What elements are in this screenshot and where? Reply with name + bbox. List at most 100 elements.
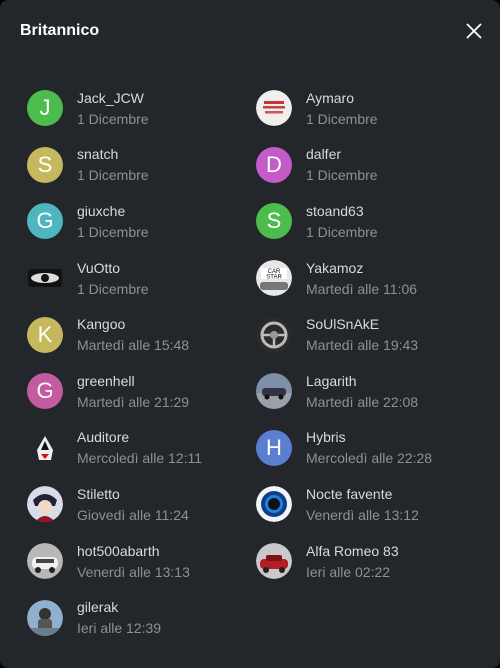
avatar[interactable]: H <box>256 429 292 466</box>
user-list-item[interactable]: Ddalfer 1 Dicembre <box>256 137 485 194</box>
user-list-item[interactable]: H Hybris Mercoledì alle 22:28 <box>256 420 485 477</box>
user-meta: Lagarith Martedì alle 22:08 <box>306 372 418 411</box>
user-meta: stoand63 1 Dicembre <box>306 202 378 241</box>
reaction-time: Martedì alle 22:08 <box>306 393 419 410</box>
user-name[interactable]: hot500abarth <box>77 542 190 560</box>
eye-avatar-icon[interactable] <box>27 260 63 297</box>
user-list-item[interactable]: Lagarith Martedì alle 22:08 <box>256 363 485 420</box>
user-name[interactable]: giuxche <box>77 202 149 220</box>
user-list-item[interactable]: Sstoand63 1 Dicembre <box>256 193 485 250</box>
reaction-time: Venerdì alle 13:12 <box>306 506 419 523</box>
user-meta: Aymaro 1 Dicembre <box>306 89 378 128</box>
text-logo-avatar-icon[interactable] <box>256 90 292 127</box>
avatar[interactable]: D <box>256 146 292 183</box>
user-name[interactable]: SoUlSnAkE <box>306 315 418 333</box>
svg-text:STAR: STAR <box>266 275 282 281</box>
reaction-time: Martedì alle 11:06 <box>306 280 418 297</box>
user-meta: VuOtto 1 Dicembre <box>77 259 149 298</box>
reaction-time: Ieri alle 12:39 <box>77 620 162 637</box>
avatar[interactable]: G <box>27 203 63 240</box>
reaction-time: 1 Dicembre <box>77 223 149 240</box>
reaction-time: Giovedì alle 11:24 <box>77 506 189 523</box>
user-list-item[interactable]: Ggiuxche 1 Dicembre <box>27 193 256 250</box>
reaction-time: Martedì alle 19:43 <box>306 337 419 354</box>
user-list-item[interactable]: Stiletto Giovedì alle 11:24 <box>27 476 256 533</box>
user-name[interactable]: greenhell <box>77 372 189 390</box>
rider-avatar-icon[interactable] <box>27 599 63 636</box>
user-list: J Jack_JCW 1 Dicembre Aymaro 1 Dicembre Ssnat… <box>27 80 487 646</box>
red-car-avatar-icon[interactable] <box>256 543 292 580</box>
user-meta: Jack_JCW 1 Dicembre <box>77 89 149 128</box>
reaction-time: Martedì alle 21:29 <box>77 393 190 410</box>
steering-wheel-avatar-icon[interactable] <box>256 316 292 353</box>
user-meta: Hybris Mercoledì alle 22:28 <box>306 428 432 467</box>
car-star-avatar-icon[interactable]: CAR STAR <box>256 260 292 297</box>
reaction-time: Martedì alle 15:48 <box>77 337 190 354</box>
reaction-time: 1 Dicembre <box>306 223 378 240</box>
avatar[interactable]: K <box>27 316 63 353</box>
user-list-item[interactable]: CAR STAR Yakamoz Martedì alle 11:06 <box>256 250 485 307</box>
user-list-item[interactable]: Ggreenhell Martedì alle 21:29 <box>27 363 256 420</box>
user-list-item[interactable]: hot500abarth Venerdì alle 13:13 <box>27 533 256 590</box>
user-meta: snatch 1 Dicembre <box>77 145 149 184</box>
user-name[interactable]: Yakamoz <box>306 259 417 277</box>
avatar[interactable]: J <box>27 90 63 127</box>
user-list-item[interactable]: Alfa Romeo 83 Ieri alle 02:22 <box>256 533 485 590</box>
user-list-item[interactable]: Aymaro 1 Dicembre <box>256 80 485 137</box>
user-name[interactable]: Jack_JCW <box>77 89 149 107</box>
user-list-item[interactable]: Ssnatch 1 Dicembre <box>27 137 256 194</box>
user-name[interactable]: VuOtto <box>77 259 149 277</box>
user-name[interactable]: Auditore <box>77 428 202 446</box>
user-meta: Stiletto Giovedì alle 11:24 <box>77 485 189 524</box>
user-meta: hot500abarth Venerdì alle 13:13 <box>77 542 190 581</box>
avatar[interactable]: G <box>27 373 63 410</box>
user-name[interactable]: gilerak <box>77 598 161 616</box>
user-meta: Auditore Mercoledì alle 12:11 <box>77 428 202 467</box>
user-list-item[interactable]: Nocte favente Venerdì alle 13:12 <box>256 476 485 533</box>
reaction-time: 1 Dicembre <box>77 110 149 127</box>
user-name[interactable]: stoand63 <box>306 202 378 220</box>
user-meta: giuxche 1 Dicembre <box>77 202 149 241</box>
user-list-item[interactable]: SoUlSnAkE Martedì alle 19:43 <box>256 306 485 363</box>
user-list-item[interactable]: J Jack_JCW 1 Dicembre <box>27 80 256 137</box>
car-photo-avatar-icon[interactable] <box>256 373 292 410</box>
user-name[interactable]: Stiletto <box>77 485 189 503</box>
user-list-item[interactable]: K Kangoo Martedì alle 15:48 <box>27 306 256 363</box>
user-list-item[interactable]: gilerak Ieri alle 12:39 <box>27 589 256 646</box>
user-list-item[interactable]: VuOtto 1 Dicembre <box>27 250 256 307</box>
close-icon[interactable] <box>462 19 486 43</box>
reaction-time: 1 Dicembre <box>77 167 149 184</box>
user-list-item[interactable]: Auditore Mercoledì alle 12:11 <box>27 420 256 477</box>
reaction-time: Ieri alle 02:22 <box>306 563 391 580</box>
user-meta: Nocte favente Venerdì alle 13:12 <box>306 485 419 524</box>
reaction-time: 1 Dicembre <box>306 167 378 184</box>
user-name[interactable]: Hybris <box>306 428 432 446</box>
reactions-dialog: Britannico J Jack_JCW 1 Dicembre Aymaro 1 Di… <box>0 0 500 668</box>
user-meta: Yakamoz Martedì alle 11:06 <box>306 259 417 298</box>
user-name[interactable]: Alfa Romeo 83 <box>306 542 399 560</box>
blue-ring-avatar-icon[interactable] <box>256 486 292 523</box>
user-meta: Kangoo Martedì alle 15:48 <box>77 315 189 354</box>
character-avatar-icon[interactable] <box>27 486 63 523</box>
avatar[interactable]: S <box>27 146 63 183</box>
user-name[interactable]: Nocte favente <box>306 485 419 503</box>
user-meta: Alfa Romeo 83 Ieri alle 02:22 <box>306 542 399 581</box>
assassin-avatar-icon[interactable] <box>27 429 63 466</box>
close-button[interactable] <box>462 19 486 43</box>
white-car-avatar-icon[interactable] <box>27 543 63 580</box>
reaction-time: 1 Dicembre <box>77 280 149 297</box>
user-meta: SoUlSnAkE Martedì alle 19:43 <box>306 315 418 354</box>
user-name[interactable]: dalfer <box>306 145 378 163</box>
avatar[interactable]: S <box>256 203 292 240</box>
reaction-time: Venerdì alle 13:13 <box>77 563 190 580</box>
user-name[interactable]: Kangoo <box>77 315 189 333</box>
user-name[interactable]: Lagarith <box>306 372 418 390</box>
reaction-time: 1 Dicembre <box>306 110 378 127</box>
user-meta: gilerak Ieri alle 12:39 <box>77 598 161 637</box>
user-name[interactable]: snatch <box>77 145 149 163</box>
user-meta: dalfer 1 Dicembre <box>306 145 378 184</box>
user-name[interactable]: Aymaro <box>306 89 378 107</box>
user-meta: greenhell Martedì alle 21:29 <box>77 372 189 411</box>
dialog-title: Britannico <box>20 22 100 39</box>
reaction-time: Mercoledì alle 12:11 <box>77 450 203 467</box>
